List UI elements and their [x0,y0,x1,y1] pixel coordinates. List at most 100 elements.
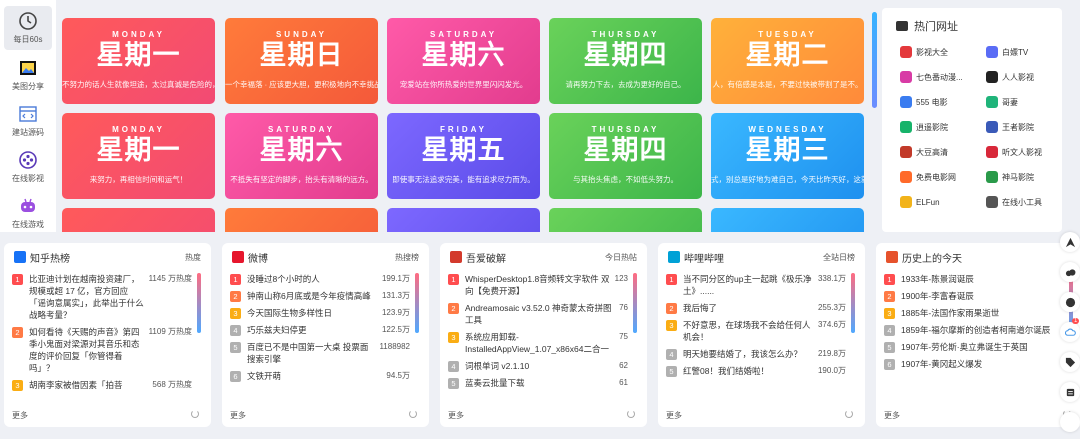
list-item[interactable]: 5 百度已不是中国第一大桌 投票面搜索引擎 1188982 [230,341,410,365]
panel-scrollbar[interactable] [197,273,201,333]
list-item[interactable]: 2 Andreamosaic v3.52.0 神奇蒙太奇拼图工具 76 [448,302,628,326]
card-quote: 即使事无法追求完美，能有追求尽力而为。 [392,175,535,184]
list-item[interactable]: 2 1900年-李富春诞辰 [884,290,1064,302]
panel-title: 历史上的今天 [902,253,962,265]
wallpaper-card[interactable]: SUNDAY 星期日 一个幸福落 · 应该更大胆，更积极地向不幸挑战。 [225,18,378,104]
hot-site-link[interactable]: 555 电影 [900,94,980,110]
cloud-button[interactable] [1060,322,1080,342]
wallpaper-card[interactable] [225,208,378,232]
nav-item-source-code[interactable]: 建站源码 [0,98,56,144]
wallpaper-card[interactable] [387,208,540,232]
nav-item-online-games[interactable]: 在线游戏 [0,190,56,236]
hot-list-panel: 历史上的今天 1 1933年-陈景润诞辰 2 1900年-李富春诞辰 3 1885年-法国作… [876,243,1080,427]
wallpaper-card[interactable]: MONDAY星期一不努力的话人生就像坦途，太过真诚是危险的，太过真诚是致命的。 [62,18,215,104]
wallpaper-card[interactable]: TUESDAY 星期二 人，有倍感是本是，不要过快被带割了是不。 [711,18,864,104]
hot-site-link[interactable]: 人人影视 [986,69,1066,85]
hot-site-link[interactable]: 听文人影视 [986,144,1066,160]
list-item[interactable]: 1 WhisperDesktop1.8音频转文字软件 双向【免费开源】 123 [448,273,628,297]
wallpaper-card[interactable]: WEDNESDAY星期三式，别总是好地为难自己，今天比昨天好，这就是希 [711,113,864,199]
item-heat: 131.3万 [381,291,410,300]
music-button[interactable] [1060,292,1080,312]
arrow-up-icon [1065,237,1075,247]
wallpaper-card[interactable]: SATURDAY 星期六 宠爱站在你所热爱的世界里闪闪发光。 [387,18,540,104]
rank-number: 6 [230,371,241,382]
rank-number: 3 [12,380,23,391]
wallpaper-card[interactable] [549,208,702,232]
card-weekday: 星期六 [421,40,506,71]
more-link[interactable]: 更多 [884,410,900,421]
panel-scrollbar[interactable] [633,273,637,333]
wallpaper-card[interactable]: MONDAY 星期一 来努力，再相信时间和运气！ [62,113,215,199]
list-item[interactable]: 3 1885年-法国作家雨果逝世 [884,307,1064,319]
list-item[interactable]: 3 系统应用卸载-InstalledAppView_1.07_x86x64二合一 7… [448,331,628,355]
list-item[interactable]: 5 1907年-劳伦斯·奥立弗诞生于英国 [884,341,1064,353]
list-item[interactable]: 4 明天她要结婚了，我该怎么办？ 219.8万 [666,348,846,360]
hot-site-link[interactable]: 神马影院 [986,169,1066,185]
hot-site-link[interactable]: 在线小工具 [986,194,1066,210]
more-link[interactable]: 更多 [230,410,246,421]
more-link[interactable]: 更多 [448,410,464,421]
list-item[interactable]: 6 文铁开萌 94.5万 [230,370,410,382]
panel-scrollbar[interactable] [851,273,855,333]
refresh-icon[interactable] [627,410,635,418]
refresh-icon[interactable] [191,410,199,418]
hot-site-link[interactable]: 哥妻 [986,94,1066,110]
weather-button[interactable] [1060,262,1080,282]
panel-list: 1 WhisperDesktop1.8音频转文字软件 双向【免费开源】 123 2 An… [448,273,628,409]
list-button[interactable] [1060,382,1080,402]
rank-number: 1 [12,274,23,285]
list-item[interactable]: 6 1907年-黄冈起义爆发 [884,358,1064,370]
list-item[interactable]: 5 红警08！我们结婚啦！ 190.0万 [666,365,846,377]
list-item[interactable]: 1 没睡过8个小时的人 199.1万 [230,273,410,285]
list-item[interactable]: 4 1859年-福尔摩斯的创造者柯南道尔诞辰 [884,324,1064,336]
back-to-top-button[interactable] [1060,232,1080,252]
list-item[interactable]: 4 巧乐兹夫妇停更 122.5万 [230,324,410,336]
list-item[interactable]: 4 词根单词 v2.1.10 62 [448,360,628,372]
hot-site-link[interactable]: 逍遥影院 [900,119,980,135]
panel-header: 历史上的今天 [876,243,1080,271]
wallpaper-card[interactable]: THURSDAY 星期四 与其抬头焦虑，不如低头努力。 [549,113,702,199]
tag-button[interactable] [1060,352,1080,372]
wallpaper-card[interactable]: FRIDAY 星期五 即使事无法追求完美，能有追求尽力而为。 [387,113,540,199]
hot-site-link[interactable]: 七色番动漫... [900,69,980,85]
list-item[interactable]: 5 蓝奏云批量下载 61 [448,377,628,389]
wallpaper-card[interactable]: SATURDAY 星期六 不抵失有坚定的脚步，抬头有清晰的远方。 [225,113,378,199]
hot-site-link[interactable]: 免费电影网 [900,169,980,185]
refresh-icon[interactable] [845,410,853,418]
list-item[interactable]: 3 胡南李家被借因素「拍菩 568 万热度 [12,379,192,391]
hot-site-link[interactable]: ELFun [900,194,980,210]
item-heat: 62 [619,361,628,370]
grid-scrollbar[interactable] [872,12,877,108]
list-item[interactable]: 2 如何看待《天赐的声音》第四季小鬼面对梁源对其音乐和态度的评价回复「你管得着吗」… [12,326,192,374]
site-name: 555 电影 [916,97,948,107]
hot-site-link[interactable]: 大豆高清 [900,144,980,160]
list-item[interactable]: 1 比亚迪计划在越南投资建厂，规模或超 17 亿，官方回应「谣询意属实」，此举出于… [12,273,192,321]
list-item[interactable]: 1 1933年-陈景润诞辰 [884,273,1064,285]
nav-item-online-video[interactable]: 在线影视 [0,144,56,190]
more-link[interactable]: 更多 [666,410,682,421]
image-icon [18,58,38,78]
refresh-icon[interactable] [409,410,417,418]
list-item[interactable]: 2 我后悔了 255.3万 [666,302,846,314]
nav-item-daily60s[interactable]: 每日60s [4,6,52,50]
panel-scrollbar[interactable] [415,273,419,333]
hot-site-link[interactable]: 王者影院 [986,119,1066,135]
hot-site-link[interactable]: 白嫖TV [986,44,1066,60]
wallpaper-card[interactable] [711,208,864,232]
list-item[interactable]: 2 钟南山称6月底或是今年疫情高峰 131.3万 [230,290,410,302]
list-item[interactable]: 1 当不同分区的up主一起跳《极乐净土》...... 338.1万 [666,273,846,297]
item-title: 1900年-李富春诞辰 [901,291,974,301]
nav-item-image-share[interactable]: 美图分享 [0,52,56,98]
left-nav: 每日60s 美图分享 建站源码 在线影视 在线游戏 [0,0,56,232]
rank-number: 1 [884,274,895,285]
card-day: SUNDAY [275,30,328,39]
wallpaper-card[interactable] [62,208,215,232]
rank-number: 3 [230,308,241,319]
list-item[interactable]: 3 今天国际生物多样性日 123.9万 [230,307,410,319]
hot-site-link[interactable]: 影视大全 [900,44,980,60]
theme-button[interactable] [1060,412,1080,432]
list-item[interactable]: 3 不好意思，在球场我不会给任何人机会！ 374.6万 [666,319,846,343]
more-link[interactable]: 更多 [12,410,28,421]
wallpaper-card[interactable]: THURSDAY 星期四 请再努力下去，去成为更好的自己。 [549,18,702,104]
panel-title: 吾爱破解 [466,253,506,265]
